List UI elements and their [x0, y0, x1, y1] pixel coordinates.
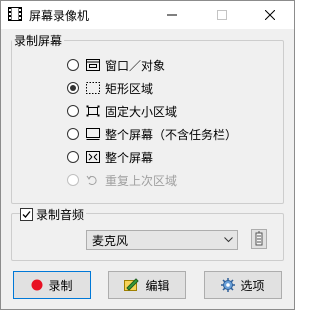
radio-window-object[interactable]: [67, 59, 79, 71]
option-label: 窗口／对象: [105, 58, 166, 73]
option-full-screen[interactable]: 整个屏幕: [67, 148, 153, 166]
chevron-down-icon: [219, 237, 237, 243]
option-label: 整个屏幕: [105, 150, 154, 165]
record-button[interactable]: 录制: [13, 271, 91, 299]
audio-device-value: 麦克风: [92, 233, 129, 248]
edit-button[interactable]: 编辑: [108, 271, 186, 299]
option-label: 固定大小区域: [105, 104, 178, 119]
radio-full-screen[interactable]: [67, 151, 79, 163]
screen-without-taskbar-icon: [86, 128, 100, 140]
record-audio-checkbox[interactable]: [20, 208, 33, 221]
title-bar[interactable]: 屏幕录像机: [1, 1, 294, 29]
option-fixed-size-region[interactable]: 固定大小区域: [67, 102, 177, 120]
record-button-label: 录制: [48, 278, 73, 293]
audio-device-settings-icon: [252, 231, 266, 251]
window-title: 屏幕录像机: [29, 9, 90, 23]
fixed-size-region-icon: [86, 105, 100, 117]
option-label: 重复上次区域: [105, 173, 178, 188]
film-strip-icon: [8, 7, 22, 21]
option-window-object[interactable]: 窗口／对象: [67, 56, 165, 74]
option-label: 整个屏幕（不含任务栏）: [105, 127, 238, 142]
audio-device-select[interactable]: 麦克风: [86, 230, 238, 250]
edit-icon: [124, 278, 140, 292]
record-dot-icon: [31, 279, 43, 291]
screen-recorder-window: 屏幕录像机 录制屏幕 窗口／对象 矩形区域 固定大小区域 整个屏幕（不含任务栏）…: [0, 0, 295, 310]
close-button[interactable]: [247, 1, 292, 29]
audio-device-settings-button[interactable]: [251, 229, 267, 249]
record-screen-group-label: 录制屏幕: [12, 32, 65, 49]
radio-fixed-size-region[interactable]: [67, 105, 79, 117]
minimize-button[interactable]: [149, 1, 194, 29]
record-audio-checkbox-row[interactable]: 录制音频: [20, 206, 87, 223]
options-button[interactable]: 选项: [204, 271, 282, 299]
dashed-rectangle-icon: [86, 82, 100, 94]
full-screen-icon: [86, 151, 100, 163]
radio-rectangle-region[interactable]: [67, 82, 79, 94]
radio-repeat-last-region: [67, 174, 79, 186]
repeat-icon: [86, 174, 100, 186]
gear-icon: [221, 278, 236, 292]
window-icon: [86, 59, 100, 71]
record-audio-label: 录制音频: [36, 208, 85, 222]
option-rectangle-region[interactable]: 矩形区域: [67, 79, 153, 97]
option-screen-without-taskbar[interactable]: 整个屏幕（不含任务栏）: [67, 125, 237, 143]
options-button-label: 选项: [240, 278, 265, 293]
maximize-button: [199, 1, 244, 29]
option-repeat-last-region: 重复上次区域: [67, 171, 177, 189]
option-label: 矩形区域: [105, 81, 154, 96]
edit-button-label: 编辑: [145, 278, 170, 293]
radio-screen-without-taskbar[interactable]: [67, 128, 79, 140]
